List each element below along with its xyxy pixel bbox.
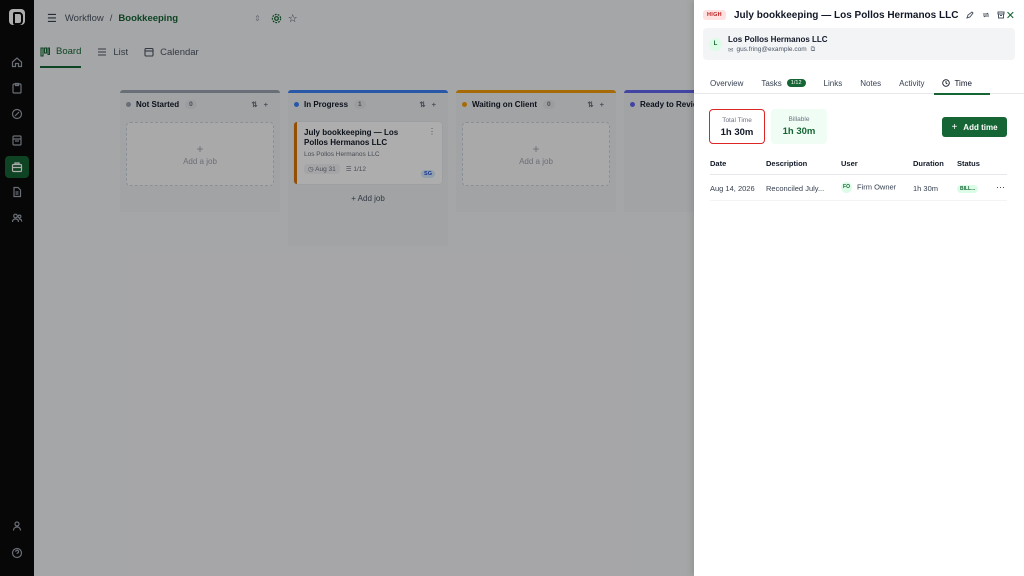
- drawer-title: July bookkeeping — Los Pollos Hermanos L…: [733, 9, 959, 21]
- client-info: Los Pollos Hermanos LLC ✉ gus.fring@exam…: [728, 35, 828, 54]
- total-time-value: 1h 30m: [720, 127, 754, 138]
- entry-user: FO Firm Owner: [841, 182, 896, 193]
- priority-badge: HIGH: [703, 10, 726, 20]
- repeat-icon[interactable]: [981, 10, 990, 20]
- entry-status: BILL...: [957, 183, 979, 193]
- client-email-row: ✉ gus.fring@example.com ⧉: [728, 46, 828, 54]
- header-status[interactable]: Status: [957, 159, 980, 168]
- tab-links[interactable]: Links: [824, 72, 843, 94]
- billable-time-card: Billable 1h 30m: [771, 109, 827, 144]
- modal-overlay[interactable]: [0, 0, 694, 576]
- entry-description: Reconciled July...: [766, 184, 825, 193]
- status-badge: BILL...: [957, 185, 979, 193]
- tab-label: Tasks: [761, 78, 782, 88]
- row-more-icon[interactable]: ⋯: [996, 182, 1005, 193]
- tab-label: Time: [954, 78, 972, 88]
- entry-date: Aug 14, 2026: [710, 184, 755, 193]
- tab-activity[interactable]: Activity: [899, 72, 924, 94]
- table-header: Date Description User Duration Status: [710, 153, 1007, 175]
- user-avatar: FO: [841, 182, 852, 193]
- total-time-label: Total Time: [722, 117, 752, 124]
- entry-duration: 1h 30m: [913, 184, 939, 193]
- table-row[interactable]: Aug 14, 2026 Reconciled July... FO Firm O…: [710, 175, 1007, 201]
- tab-overview[interactable]: Overview: [710, 72, 743, 94]
- add-time-label: Add time: [963, 122, 998, 132]
- close-icon[interactable]: ✕: [1006, 9, 1015, 22]
- tasks-count-badge: 1/12: [786, 79, 806, 87]
- job-detail-drawer: HIGH July bookkeeping — Los Pollos Herma…: [694, 0, 1024, 576]
- total-time-card: Total Time 1h 30m: [709, 109, 765, 144]
- tab-label: Notes: [860, 78, 882, 88]
- add-time-button[interactable]: + Add time: [942, 117, 1007, 137]
- edit-icon[interactable]: [965, 10, 974, 20]
- user-name: Firm Owner: [857, 182, 897, 192]
- clock-icon: [942, 79, 951, 87]
- plus-icon: +: [951, 121, 958, 133]
- tab-label: Links: [823, 78, 843, 88]
- tab-label: Activity: [899, 78, 925, 88]
- client-name[interactable]: Los Pollos Hermanos LLC: [728, 35, 828, 44]
- billable-label: Billable: [788, 116, 810, 123]
- copy-icon[interactable]: ⧉: [811, 46, 816, 54]
- mail-icon: ✉: [728, 46, 734, 54]
- billable-value: 1h 30m: [782, 126, 816, 137]
- header-description[interactable]: Description: [766, 159, 807, 168]
- tab-tasks[interactable]: Tasks 1/12: [761, 72, 806, 94]
- tab-label: Overview: [710, 78, 744, 88]
- header-date[interactable]: Date: [710, 159, 726, 168]
- header-duration[interactable]: Duration: [913, 159, 944, 168]
- tab-time[interactable]: Time: [934, 72, 991, 95]
- drawer-header: HIGH July bookkeeping — Los Pollos Herma…: [703, 8, 1015, 22]
- client-avatar: L: [709, 37, 722, 51]
- drawer-tabs: Overview Tasks 1/12 Links Notes Activity…: [694, 72, 1024, 95]
- header-user[interactable]: User: [841, 159, 858, 168]
- time-entries-table: Date Description User Duration Status Au…: [710, 153, 1007, 201]
- client-email: gus.fring@example.com: [736, 46, 807, 53]
- archive-icon[interactable]: [997, 10, 1006, 20]
- tab-notes[interactable]: Notes: [860, 72, 881, 94]
- client-box[interactable]: L Los Pollos Hermanos LLC ✉ gus.fring@ex…: [703, 28, 1015, 60]
